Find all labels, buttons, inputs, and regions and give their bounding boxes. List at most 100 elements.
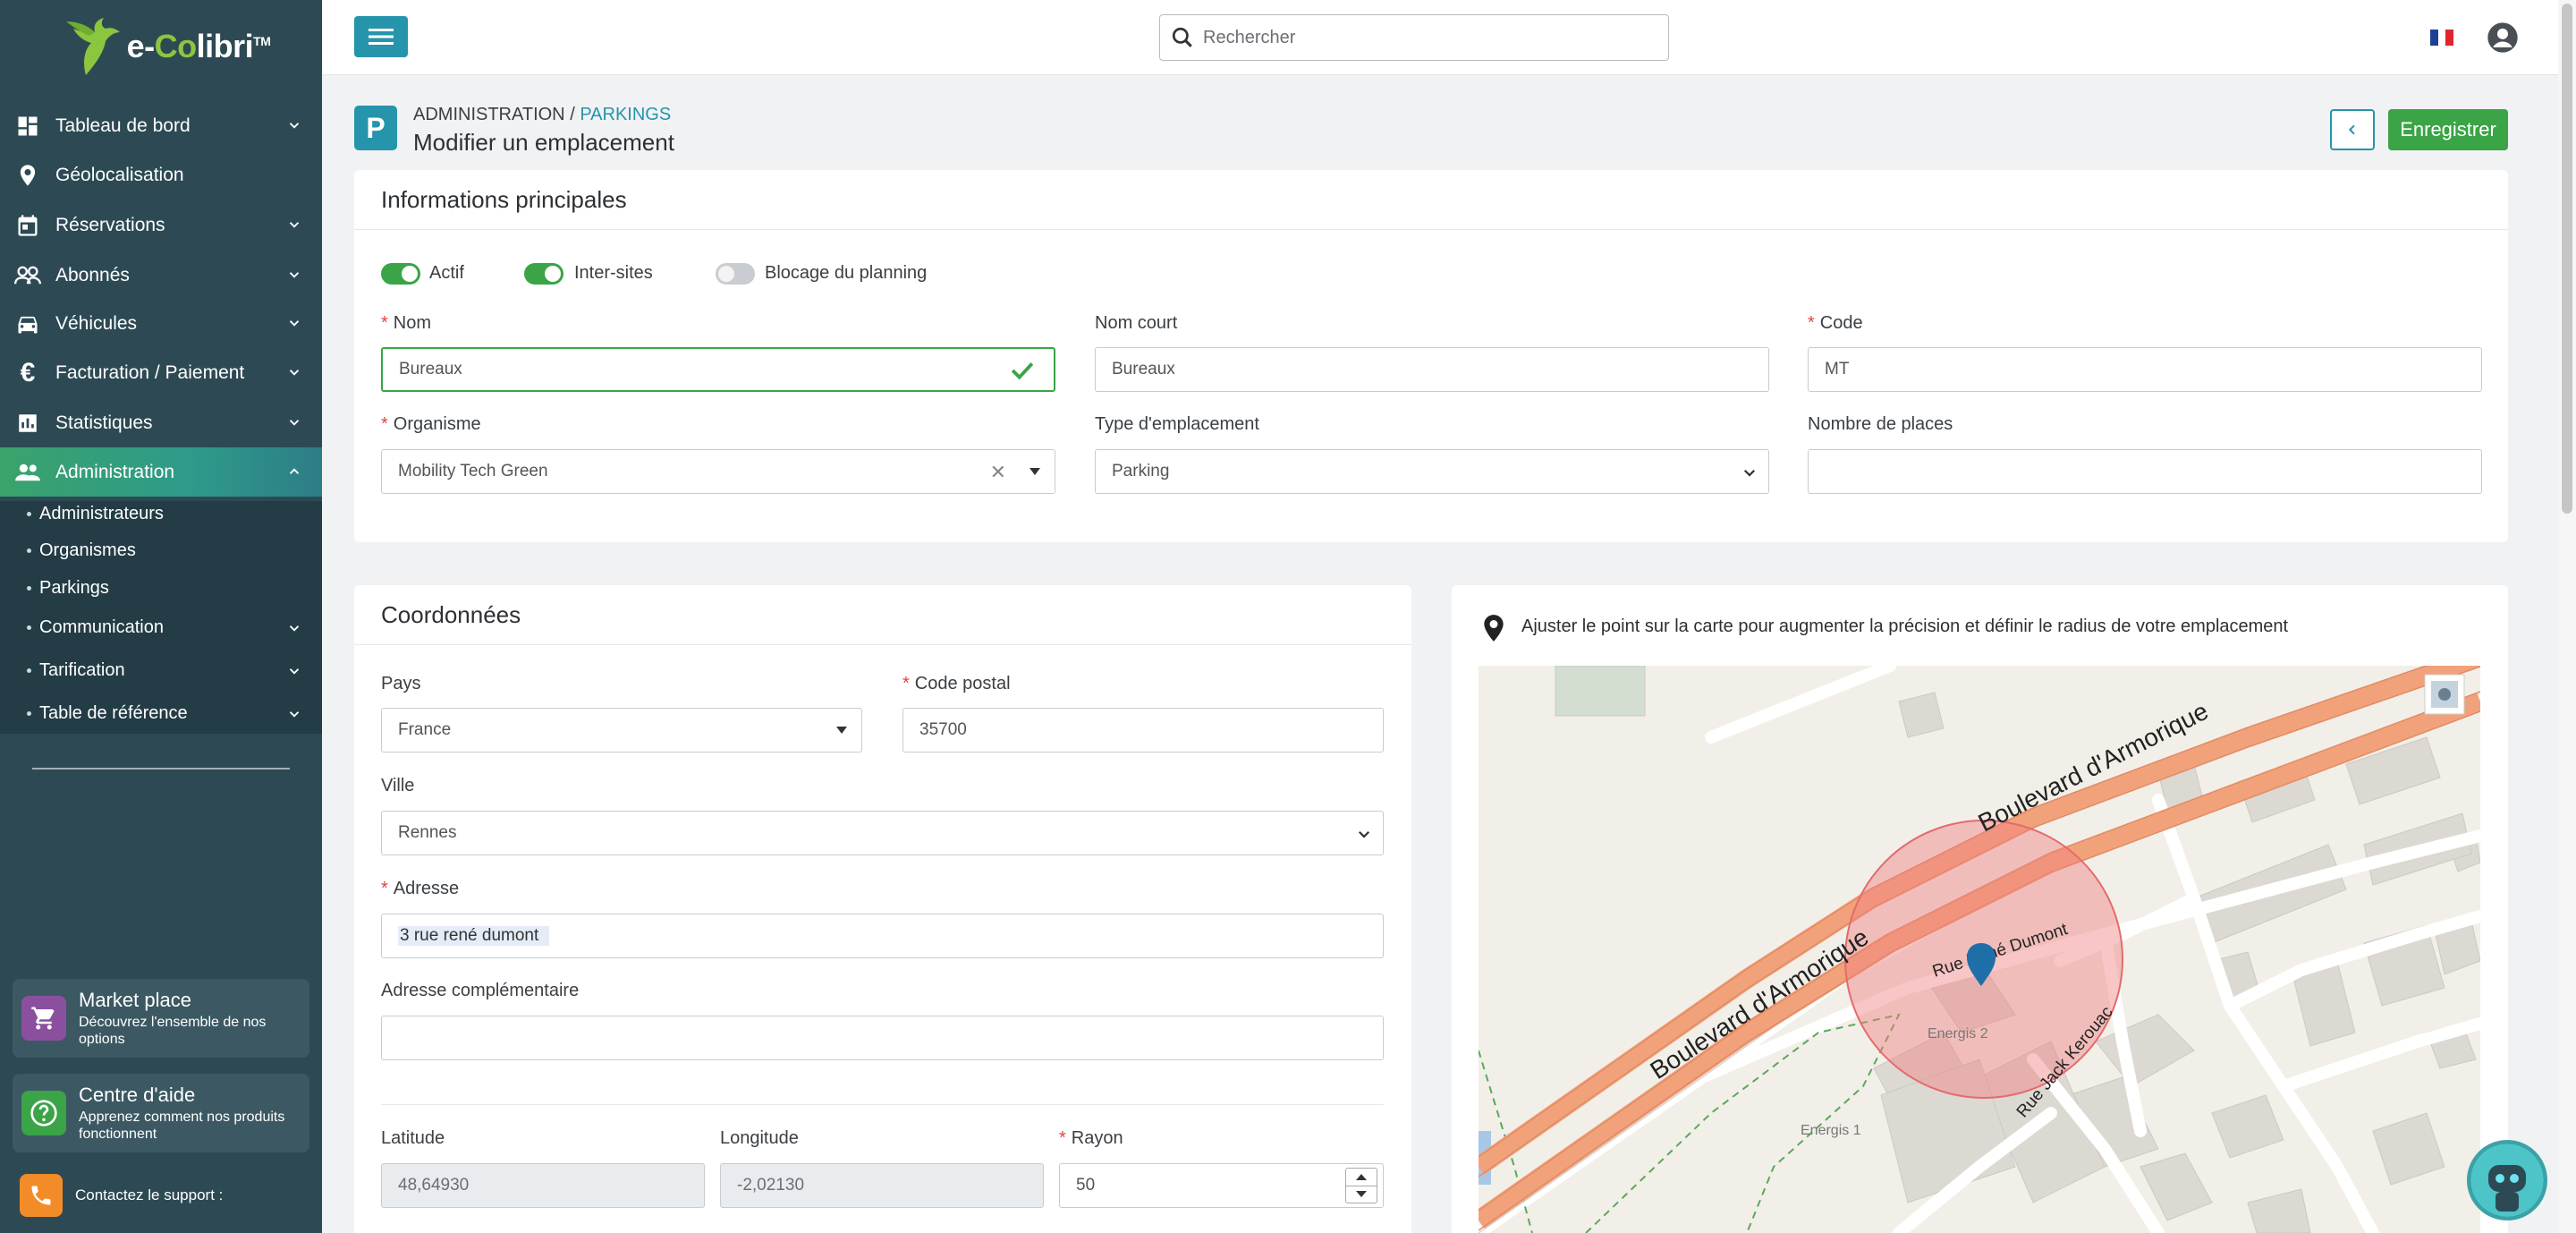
- adresse-field[interactable]: 3 rue rené dumont: [381, 914, 1384, 958]
- chevron-down-icon: [289, 123, 300, 129]
- breadcrumb-root[interactable]: ADMINISTRATION: [413, 105, 565, 124]
- sidebar-item-dashboard[interactable]: Tableau de bord: [0, 101, 322, 150]
- back-button[interactable]: [2330, 109, 2375, 150]
- sidebar-subitem-label: Table de référence: [39, 703, 188, 723]
- toggle-inter-sites[interactable]: [524, 263, 564, 285]
- ville-select[interactable]: Rennes: [381, 811, 1384, 855]
- nom-court-value: Bureaux: [1112, 360, 1175, 378]
- help-center-subtitle: Apprenez comment nos produits fonctionne…: [79, 1110, 285, 1142]
- code-value: MT: [1825, 360, 1850, 378]
- coordinates-card: Coordonnées Pays France * Code postal 357…: [354, 585, 1411, 1233]
- sidebar-item-vehicles[interactable]: Véhicules: [0, 299, 322, 348]
- dashboard-icon: [13, 111, 43, 141]
- adresse-value: 3 rue rené dumont: [398, 926, 550, 946]
- chatbot-avatar-icon[interactable]: [2467, 1140, 2547, 1220]
- sidebar-subitem-pricing[interactable]: Tarification: [27, 660, 300, 681]
- help-center-card[interactable]: Centre d'aide Apprenez comment nos produ…: [13, 1074, 309, 1152]
- longitude-label: Longitude: [720, 1128, 799, 1148]
- places-label: Nombre de places: [1808, 414, 1953, 434]
- longitude-value: -2,02130: [737, 1176, 805, 1195]
- pays-label: Pays: [381, 674, 421, 693]
- sidebar-subitem-administrators[interactable]: Administrateurs: [27, 504, 164, 524]
- question-circle-icon: [21, 1091, 66, 1135]
- nom-court-label: Nom court: [1095, 313, 1178, 333]
- users-icon: [13, 260, 43, 291]
- bullet-dot: [27, 711, 31, 716]
- nom-court-field[interactable]: Bureaux: [1095, 347, 1769, 392]
- sidebar-subitem-label: Organismes: [39, 540, 136, 560]
- page-scrollbar[interactable]: [2558, 0, 2576, 1233]
- location-map[interactable]: Boulevard d'Armorique Boulevard d'Armori…: [1479, 666, 2480, 1233]
- pays-value: France: [398, 720, 452, 739]
- sidebar-item-label: Abonnés: [55, 264, 130, 285]
- code-postal-label: * Code postal: [902, 674, 1011, 693]
- map-layers-control[interactable]: [2424, 674, 2465, 715]
- clear-x-icon[interactable]: ✕: [990, 461, 1006, 484]
- save-button[interactable]: Enregistrer: [2388, 109, 2508, 150]
- support-label: Contactez le support :: [75, 1186, 224, 1203]
- search-icon: [1172, 27, 1192, 47]
- scrollbar-thumb[interactable]: [2562, 4, 2572, 514]
- sidebar-divider: [32, 768, 290, 770]
- sidebar-item-statistics[interactable]: Statistiques: [0, 398, 322, 447]
- caret-down-icon: [836, 727, 847, 734]
- pays-select[interactable]: France: [381, 708, 862, 753]
- adresse-comp-field[interactable]: [381, 1016, 1384, 1060]
- organisme-label: * Organisme: [381, 414, 481, 434]
- sidebar-item-administration[interactable]: Administration: [0, 447, 322, 497]
- sidebar-subitem-organisms[interactable]: Organismes: [27, 540, 136, 561]
- number-stepper[interactable]: [1345, 1168, 1377, 1203]
- french-flag-icon[interactable]: [2430, 30, 2454, 46]
- stepper-down-icon[interactable]: [1346, 1186, 1377, 1203]
- bullet-dot: [27, 548, 31, 553]
- places-field[interactable]: [1808, 449, 2482, 494]
- brand-logo[interactable]: e-ColibriTM: [0, 0, 322, 93]
- organisme-select[interactable]: Mobility Tech Green ✕: [381, 449, 1055, 494]
- rayon-field[interactable]: 50: [1059, 1163, 1384, 1208]
- sidebar-item-geolocation[interactable]: Géolocalisation: [0, 150, 322, 200]
- code-label: * Code: [1808, 313, 1863, 333]
- map-canvas[interactable]: Boulevard d'Armorique Boulevard d'Armori…: [1479, 666, 2480, 1233]
- sidebar-item-label: Statistiques: [55, 412, 153, 433]
- latitude-label: Latitude: [381, 1128, 445, 1148]
- caret-down-icon: [1030, 468, 1040, 475]
- sidebar-item-subscribers[interactable]: Abonnés: [0, 251, 322, 300]
- toggle-active[interactable]: [381, 263, 420, 285]
- checkmark-icon: [1011, 362, 1034, 380]
- sidebar-item-label: Véhicules: [55, 312, 138, 334]
- car-icon: [13, 309, 43, 339]
- sidebar-subitem-communication[interactable]: Communication: [27, 617, 300, 638]
- sidebar-item-reservations[interactable]: Réservations: [0, 200, 322, 250]
- nom-field[interactable]: Bureaux: [381, 347, 1055, 392]
- longitude-field: -2,02130: [720, 1163, 1044, 1208]
- search-box[interactable]: [1159, 14, 1669, 61]
- hummingbird-logo-icon: [65, 18, 120, 75]
- sidebar-subitem-label: Administrateurs: [39, 504, 164, 523]
- sidebar-subitem-parkings[interactable]: Parkings: [27, 578, 109, 599]
- breadcrumb-current[interactable]: PARKINGS: [580, 105, 671, 124]
- map-label-energis1: Energis 1: [1801, 1123, 1861, 1138]
- support-contact[interactable]: Contactez le support :: [20, 1174, 223, 1217]
- menu-toggle-button[interactable]: [354, 16, 408, 57]
- type-label: Type d'emplacement: [1095, 414, 1259, 434]
- sidebar-subitem-reference-table[interactable]: Table de référence: [27, 703, 300, 724]
- marketplace-subtitle: Découvrez l'ensemble de nos options: [79, 1015, 267, 1047]
- stepper-up-icon[interactable]: [1346, 1169, 1377, 1186]
- code-postal-field[interactable]: 35700: [902, 708, 1384, 753]
- bullet-dot: [27, 512, 31, 516]
- code-field[interactable]: MT: [1808, 347, 2482, 392]
- map-pin-icon: [1484, 615, 1504, 642]
- user-account-icon[interactable]: [2485, 20, 2521, 55]
- breadcrumb: ADMINISTRATION / PARKINGS: [413, 105, 671, 125]
- card-divider: [354, 229, 2508, 230]
- search-input[interactable]: [1203, 27, 1650, 48]
- marketplace-card[interactable]: Market place Découvrez l'ensemble de nos…: [13, 979, 309, 1058]
- toggle-planning-block[interactable]: [716, 263, 755, 285]
- coordinates-title: Coordonnées: [381, 601, 521, 628]
- ville-value: Rennes: [398, 823, 457, 842]
- sidebar-item-billing[interactable]: € Facturation / Paiement: [0, 348, 322, 397]
- chevron-down-icon: [289, 222, 300, 228]
- sidebar-item-label: Facturation / Paiement: [55, 361, 245, 383]
- type-select[interactable]: Parking: [1095, 449, 1769, 494]
- chevron-down-icon: [1743, 469, 1756, 477]
